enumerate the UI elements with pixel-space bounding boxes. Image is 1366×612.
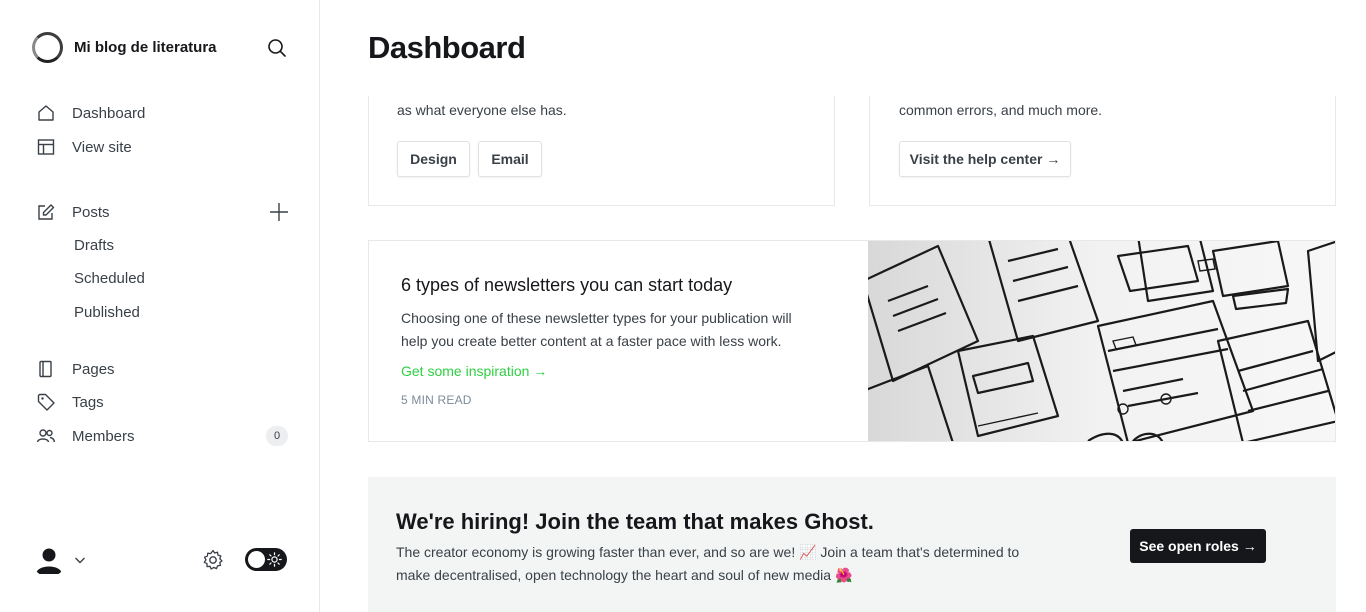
design-button[interactable]: Design	[397, 141, 470, 177]
newsletter-title: 6 types of newsletters you can start tod…	[401, 275, 733, 295]
site-brand[interactable]: Mi blog de literatura	[32, 32, 217, 63]
hiring-text-line: make decentralised, open technology the …	[396, 567, 853, 583]
read-time: 5 MIN READ	[401, 393, 472, 407]
tag-icon	[36, 392, 56, 412]
open-roles-button[interactable]: See open roles →	[1130, 529, 1266, 563]
sidebar-item-posts[interactable]: Posts	[36, 200, 110, 224]
resource-card-left: as what everyone else has. Design Email	[368, 96, 835, 206]
sidebar-item-tags[interactable]: Tags	[36, 390, 104, 414]
avatar	[32, 543, 66, 577]
sun-icon	[267, 552, 282, 567]
chevron-down-icon	[74, 554, 86, 566]
home-icon	[36, 103, 56, 123]
hiring-text: The creator economy is growing faster th…	[396, 541, 1056, 587]
sidebar-item-dashboard[interactable]: Dashboard	[36, 101, 145, 125]
page-icon	[36, 359, 56, 379]
hiring-banner: We're hiring! Join the team that makes G…	[368, 477, 1336, 612]
sidebar-item-scheduled[interactable]: Scheduled	[74, 270, 145, 287]
gear-icon[interactable]	[201, 548, 225, 572]
sidebar-item-view-site[interactable]: View site	[36, 135, 132, 159]
sidebar-item-label: Dashboard	[72, 104, 146, 122]
add-post-icon[interactable]	[267, 200, 291, 224]
toggle-knob	[248, 551, 265, 568]
sidebar-item-label: Pages	[72, 360, 115, 378]
sidebar-item-published[interactable]: Published	[74, 304, 140, 321]
sidebar-item-label: Posts	[72, 203, 110, 221]
email-button[interactable]: Email	[478, 141, 542, 177]
card-text: common errors, and much more.	[899, 102, 1103, 118]
newsletter-card[interactable]: 6 types of newsletters you can start tod…	[368, 240, 1336, 442]
sidebar-item-drafts[interactable]: Drafts	[74, 237, 114, 254]
theme-toggle[interactable]	[245, 548, 287, 571]
newsletter-desc-line: Choosing one of these newsletter types f…	[401, 310, 792, 326]
sidebar-item-label: Tags	[72, 393, 104, 411]
hiring-title: We're hiring! Join the team that makes G…	[396, 509, 874, 534]
site-logo-icon	[32, 32, 63, 63]
search-icon[interactable]	[265, 36, 289, 60]
card-text: as what everyone else has.	[397, 102, 567, 118]
page-title: Dashboard	[368, 30, 526, 65]
edit-icon	[36, 202, 56, 222]
members-icon	[36, 426, 56, 446]
newsletter-description: Choosing one of these newsletter types f…	[401, 307, 821, 353]
sidebar: Mi blog de literatura Dashboard View sit…	[0, 0, 320, 612]
members-count-badge: 0	[266, 426, 288, 446]
inspiration-link[interactable]: Get some inspiration →	[401, 363, 547, 379]
help-center-button[interactable]: Visit the help center →	[899, 141, 1071, 177]
sidebar-item-label: Members	[72, 427, 135, 445]
site-name: Mi blog de literatura	[74, 39, 217, 56]
user-menu[interactable]	[32, 543, 86, 577]
hiring-text-line: The creator economy is growing faster th…	[396, 544, 1020, 560]
sidebar-item-label: View site	[72, 138, 132, 156]
newsletter-desc-line: help you create better content at a fast…	[401, 333, 782, 349]
sidebar-item-pages[interactable]: Pages	[36, 357, 115, 381]
sidebar-item-members[interactable]: Members	[36, 424, 135, 448]
resource-card-right: common errors, and much more. Visit the …	[869, 96, 1336, 206]
layout-icon	[36, 137, 56, 157]
wireframe-sketch-image	[861, 241, 1335, 441]
